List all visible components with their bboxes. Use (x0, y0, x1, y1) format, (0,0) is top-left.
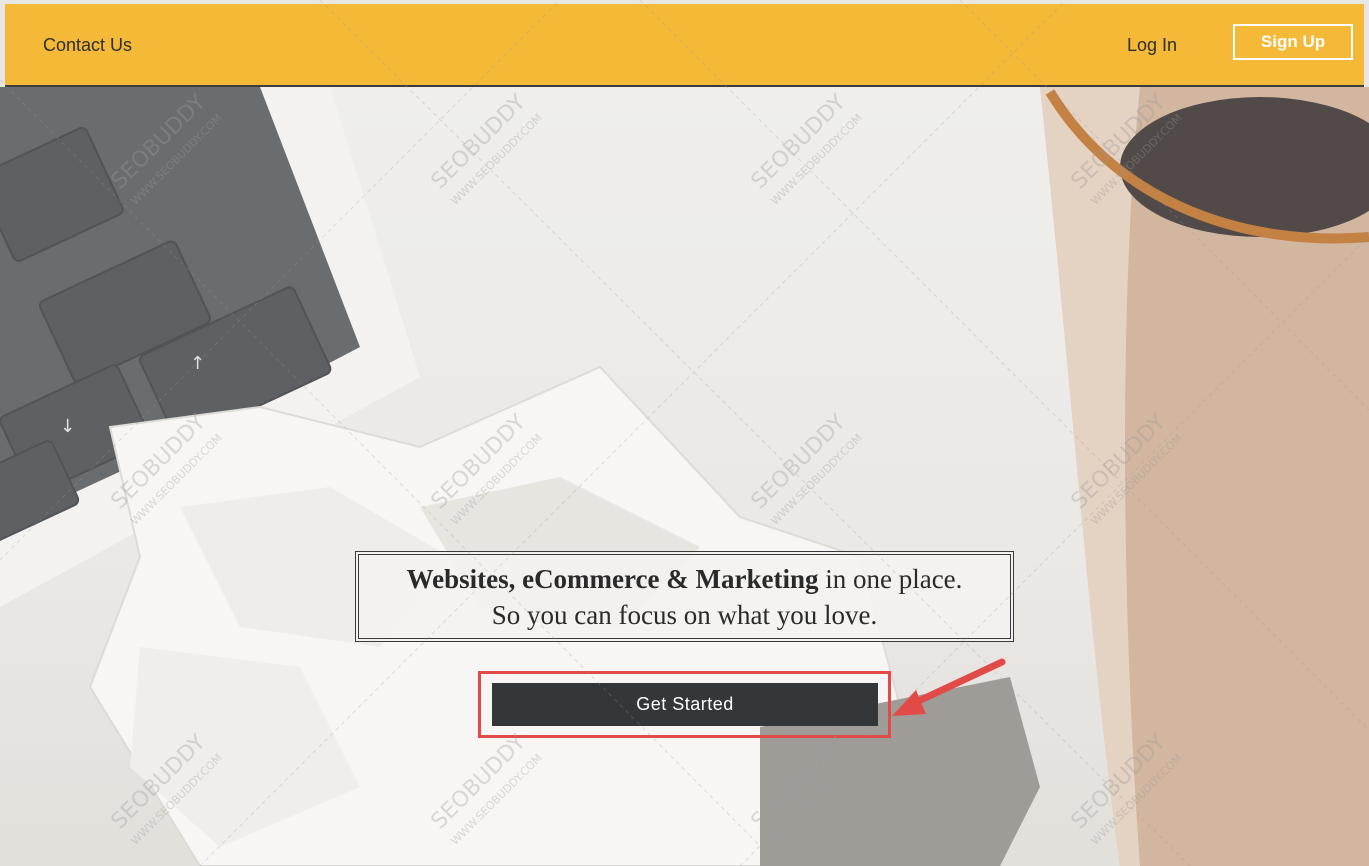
headline-rest-text: in one place. (818, 563, 963, 594)
get-started-button[interactable]: Get Started (492, 683, 878, 726)
hero-section: ↑ ↓ (0, 87, 1369, 866)
log-in-link[interactable]: Log In (1127, 35, 1177, 56)
hero-background-image: ↑ ↓ (0, 87, 1369, 866)
sign-up-button[interactable]: Sign Up (1233, 24, 1353, 60)
contact-us-link[interactable]: Contact Us (43, 35, 132, 56)
top-nav-bar: Contact Us Log In Sign Up (5, 4, 1364, 87)
headline-box: Websites, eCommerce & Marketing in one p… (355, 551, 1014, 642)
annotation-arrow-icon (892, 658, 1006, 716)
headline-bold-text: Websites, eCommerce & Marketing (406, 563, 819, 594)
headline-line-1: Websites, eCommerce & Marketing in one p… (407, 561, 963, 597)
headline-line-2: So you can focus on what you love. (491, 599, 878, 630)
